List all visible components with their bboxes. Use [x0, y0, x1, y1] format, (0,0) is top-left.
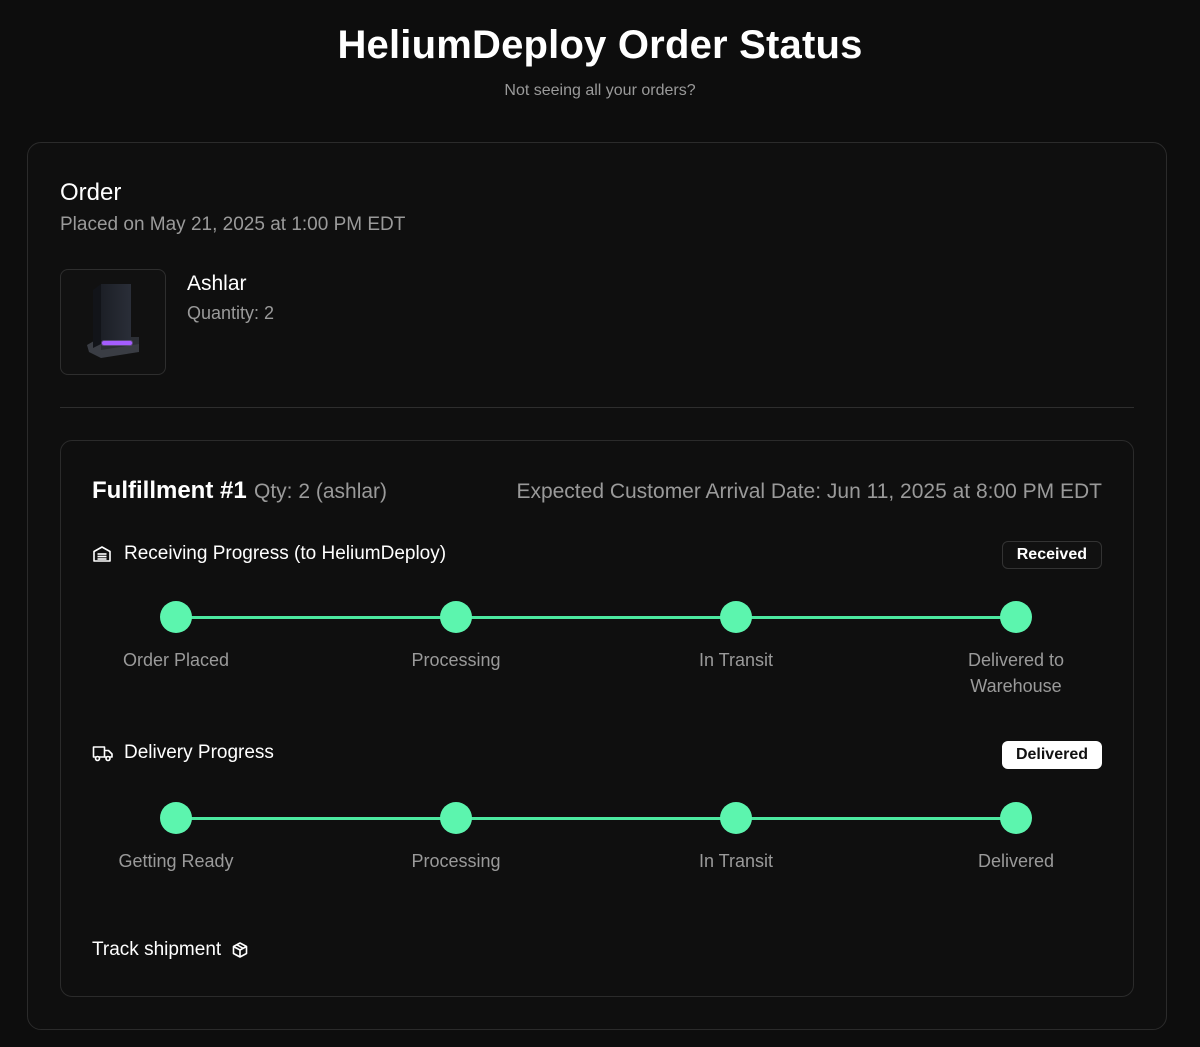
warehouse-icon: [92, 543, 114, 565]
package-icon: [231, 941, 249, 959]
missing-orders-link[interactable]: Not seeing all your orders?: [504, 82, 695, 100]
step-label: In Transit: [698, 650, 774, 670]
delivery-step-1: Getting Ready: [86, 802, 266, 874]
step-label: Delivered to Warehouse: [967, 650, 1065, 696]
track-shipment-link[interactable]: Track shipment: [92, 939, 249, 961]
delivery-step-2: Processing: [366, 802, 546, 874]
receiving-step-1: Order Placed: [86, 601, 266, 673]
delivery-progress-header: Delivery Progress: [92, 742, 274, 764]
fulfillment-qty: Qty: 2 (ashlar): [254, 480, 388, 503]
receiving-status-badge: Received: [1001, 541, 1102, 569]
step-complete-dot: [440, 802, 472, 834]
truck-icon: [92, 742, 114, 764]
fulfillment-card: Fulfillment #1 Qty: 2 (ashlar) Expected …: [60, 440, 1134, 997]
product-image: [60, 269, 166, 375]
receiving-step-4: Delivered to Warehouse: [926, 601, 1106, 699]
divider: [60, 407, 1134, 408]
product-name: Ashlar: [187, 272, 247, 295]
page-title: HeliumDeploy Order Status: [337, 23, 863, 67]
step-label: In Transit: [698, 851, 774, 871]
step-label: Processing: [411, 650, 501, 670]
product-quantity: Quantity: 2: [187, 303, 275, 323]
step-complete-dot: [160, 802, 192, 834]
delivery-progress-track: [176, 817, 1016, 820]
receiving-progress-header: Receiving Progress (to HeliumDeploy): [92, 543, 446, 565]
step-complete-dot: [720, 802, 752, 834]
step-label: Delivered: [977, 851, 1055, 871]
receiving-progress-label: Receiving Progress (to HeliumDeploy): [124, 543, 447, 564]
step-complete-dot: [440, 601, 472, 633]
step-label: Processing: [411, 851, 501, 871]
track-shipment-label: Track shipment: [92, 939, 222, 960]
fulfillment-title: Fulfillment #1: [92, 477, 247, 504]
delivery-step-4: Delivered: [926, 802, 1106, 874]
order-title: Order: [60, 179, 122, 206]
device-tower-icon: [87, 284, 139, 358]
delivery-progress-label: Delivery Progress: [124, 742, 274, 763]
step-complete-dot: [1000, 601, 1032, 633]
step-label: Getting Ready: [118, 851, 234, 871]
step-label: Order Placed: [122, 650, 230, 670]
receiving-progress-track: [176, 616, 1016, 619]
order-card: Order Placed on May 21, 2025 at 1:00 PM …: [27, 142, 1167, 1030]
receiving-step-2: Processing: [366, 601, 546, 673]
step-complete-dot: [1000, 802, 1032, 834]
delivery-status-badge: Delivered: [1001, 741, 1102, 769]
delivery-step-3: In Transit: [646, 802, 826, 874]
page-header: HeliumDeploy Order Status Not seeing all…: [0, 0, 1200, 142]
order-placed-date: Placed on May 21, 2025 at 1:00 PM EDT: [60, 214, 406, 235]
expected-arrival-date: Expected Customer Arrival Date: Jun 11, …: [516, 480, 1102, 503]
step-complete-dot: [160, 601, 192, 633]
step-complete-dot: [720, 601, 752, 633]
receiving-step-3: In Transit: [646, 601, 826, 673]
